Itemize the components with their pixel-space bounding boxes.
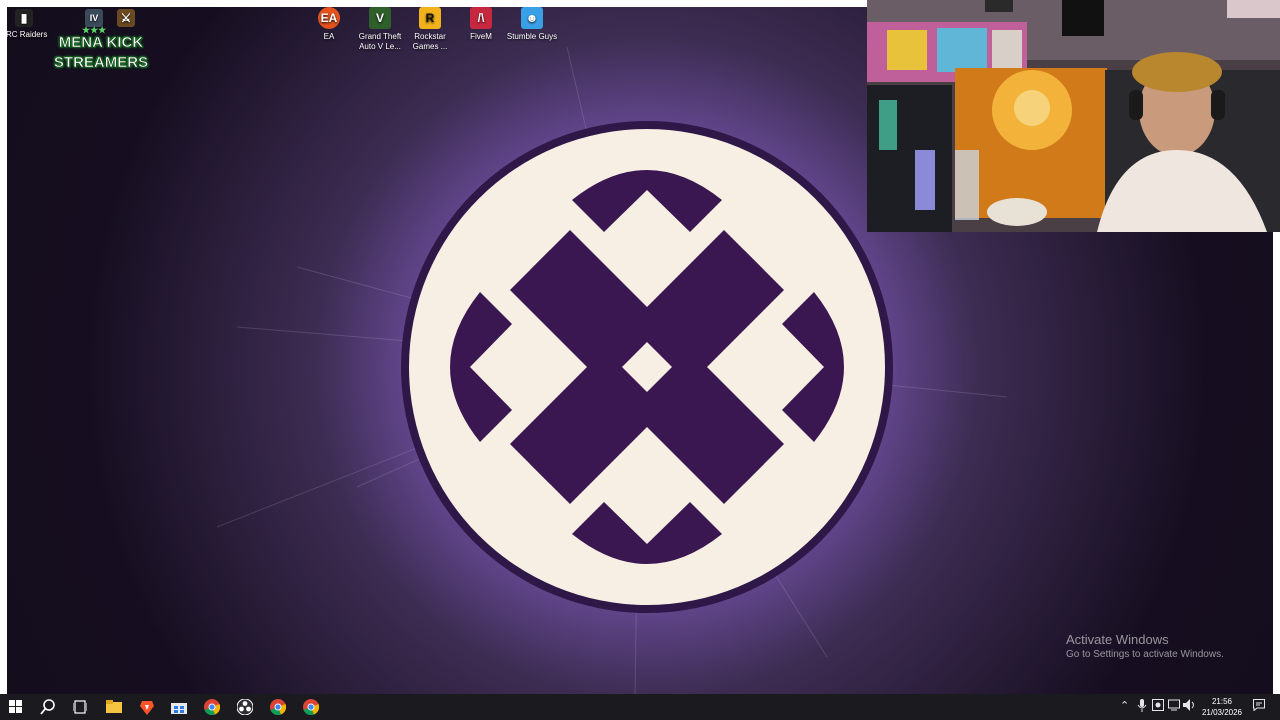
task-view-icon	[73, 700, 87, 714]
taskbar-chrome-1[interactable]	[201, 696, 223, 718]
chevron-up-icon: ⌃	[1120, 700, 1130, 712]
desktop-icon-rockstar[interactable]: R Rockstar Games ...	[401, 7, 459, 52]
gta-v-icon: V	[369, 7, 391, 29]
desktop-icon-stumble-guys[interactable]: ☻ Stumble Guys	[503, 7, 561, 42]
taskbar-store[interactable]	[168, 696, 190, 718]
taskbar-obs[interactable]	[234, 696, 256, 718]
brave-icon	[140, 701, 154, 715]
taskbar-brave[interactable]	[136, 696, 158, 718]
taskbar-chrome-2[interactable]	[267, 696, 289, 718]
game-icon: ⚔	[117, 9, 135, 27]
task-view-button[interactable]	[69, 696, 91, 718]
start-icon	[9, 700, 22, 713]
mena-kick-streamers-badge: ★★★ MENA KICK STREAMERS	[53, 25, 149, 71]
stumble-guys-icon: ☻	[521, 7, 543, 29]
tray-app-button[interactable]	[1152, 699, 1164, 714]
rockstar-icon: R	[419, 7, 441, 29]
volume-button[interactable]	[1183, 699, 1196, 714]
obs-icon	[237, 699, 253, 715]
desktop-icon-ea[interactable]: EA EA	[300, 7, 358, 42]
store-icon	[171, 703, 187, 714]
notification-button[interactable]	[1253, 699, 1265, 714]
show-hidden-icons-button[interactable]: ⌃	[1120, 699, 1129, 712]
start-button[interactable]	[5, 696, 27, 718]
notification-icon	[1253, 699, 1265, 712]
chrome-icon	[270, 699, 286, 715]
activate-windows-watermark: Activate Windows Go to Settings to activ…	[1066, 632, 1224, 660]
desktop-icon-fivem[interactable]: /\ FiveM	[452, 7, 510, 42]
fivem-icon: /\	[470, 7, 492, 29]
arc-raiders-icon: ▮	[15, 9, 33, 27]
clock-date: 21/03/2026	[1201, 708, 1243, 717]
network-button[interactable]	[1168, 699, 1180, 714]
taskbar-file-explorer[interactable]	[103, 696, 125, 718]
wallpaper-logo	[401, 121, 893, 613]
clock[interactable]: 21:56 21/03/2026	[1198, 696, 1246, 718]
search-button[interactable]	[37, 696, 59, 718]
ea-icon: EA	[318, 7, 340, 29]
clock-time: 21:56	[1211, 697, 1233, 706]
app-tray-icon	[1152, 699, 1164, 711]
webcam-image	[867, 0, 1280, 232]
desktop-icon-arc-raiders[interactable]: ▮ ARC Raiders	[7, 9, 53, 40]
volume-icon	[1183, 699, 1194, 711]
chrome-icon	[204, 699, 220, 715]
webcam-overlay	[867, 0, 1280, 232]
file-explorer-icon	[106, 700, 122, 713]
taskbar-chrome-3[interactable]	[300, 696, 322, 718]
microphone-button[interactable]	[1137, 699, 1147, 715]
taskbar: ⌃ 21:56 21/03/2026	[0, 694, 1280, 720]
microphone-icon	[1137, 699, 1147, 712]
wifi-icon	[1168, 699, 1180, 711]
chrome-icon	[303, 699, 319, 715]
search-icon	[40, 699, 55, 715]
